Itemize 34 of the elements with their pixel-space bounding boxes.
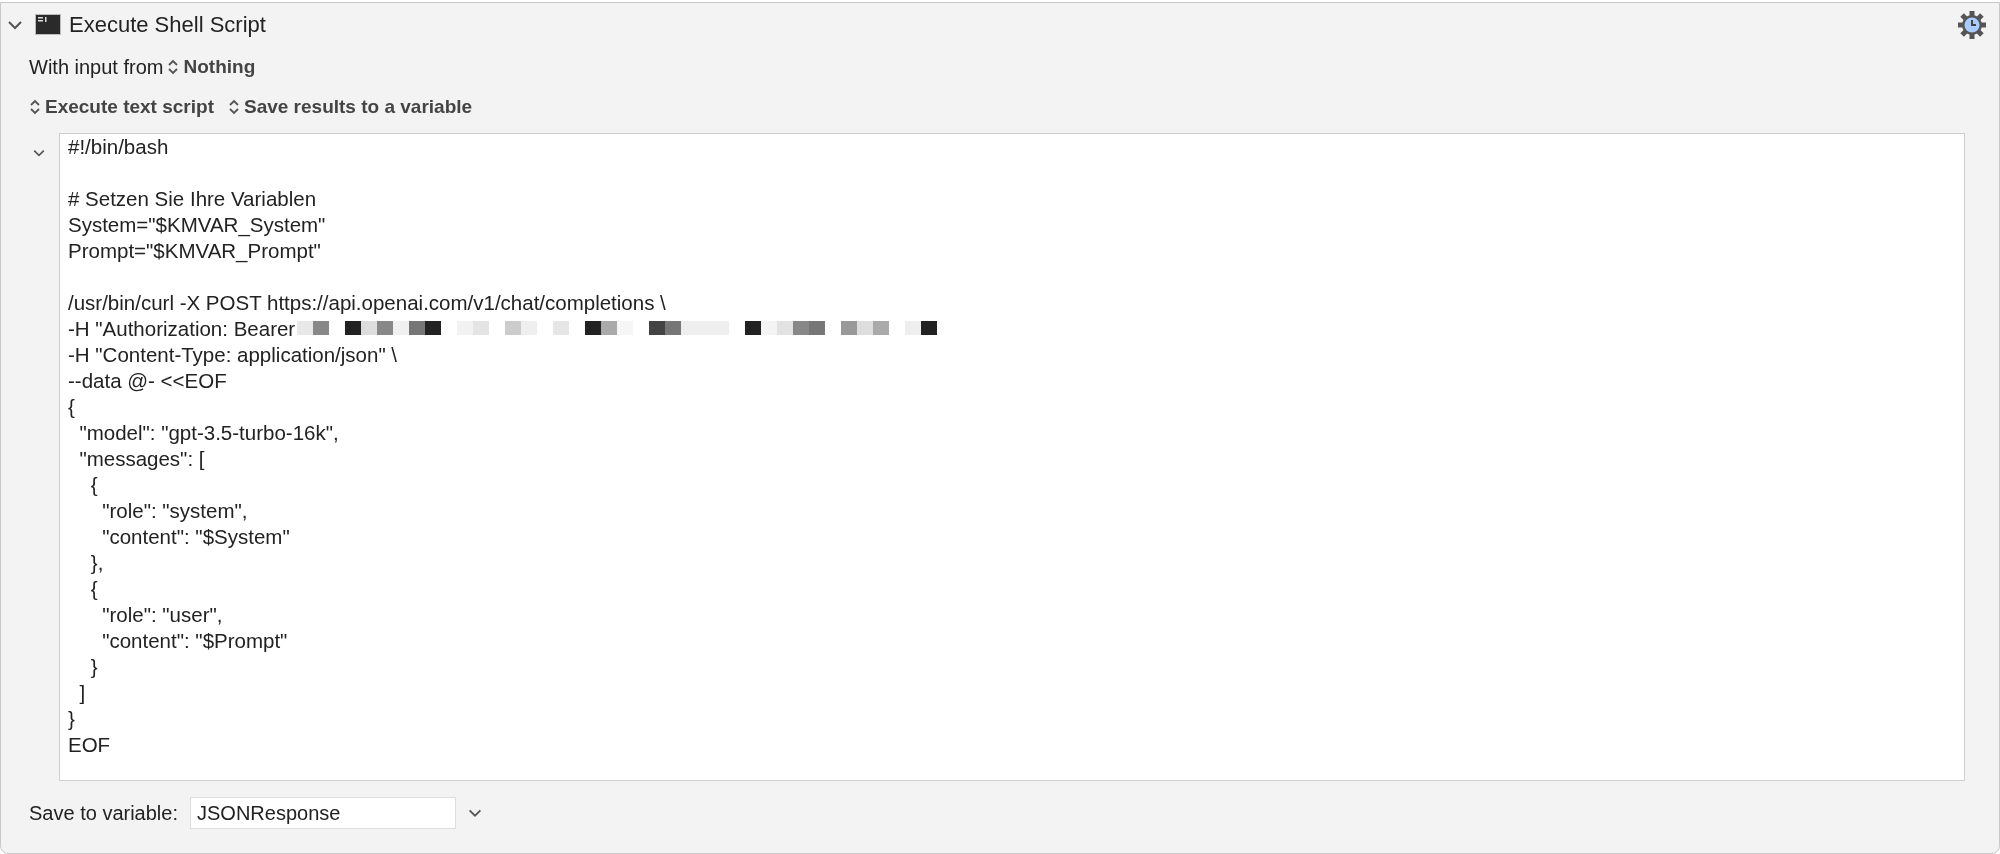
stepper-icon	[227, 98, 240, 116]
variable-field[interactable]: JSONResponse	[190, 797, 456, 829]
code-line: {	[89, 576, 98, 602]
code-line: --data @- <<EOF	[68, 368, 227, 394]
code-line: "messages": [	[78, 446, 205, 472]
terminal-icon	[35, 14, 61, 36]
stepper-icon	[167, 58, 180, 76]
code-line: System="$KMVAR_System"	[68, 212, 326, 238]
action-title: Execute Shell Script	[69, 12, 266, 38]
code-line: "role": "user",	[101, 602, 223, 628]
code-line: EOF	[68, 732, 111, 758]
code-line: },	[89, 550, 104, 576]
code-line: "model": "gpt-3.5-turbo-16k",	[78, 420, 339, 446]
save-label: Save to variable:	[29, 801, 178, 825]
code-line: -H "Content-Type: application/json" \	[68, 342, 398, 368]
code-line: {	[89, 472, 98, 498]
gear-clock-icon[interactable]	[1957, 10, 1987, 40]
code-line: }	[68, 706, 75, 732]
code-line: "content": "$System"	[101, 524, 290, 550]
code-line: /usr/bin/curl -X POST https://api.openai.com/v1/chat/completions \	[68, 290, 666, 316]
option-popup[interactable]: Save results to a variable	[227, 96, 473, 118]
input-source-popup[interactable]: Nothing	[167, 56, 256, 78]
option-popup[interactable]: Execute text script	[29, 96, 214, 118]
code-line: }	[89, 654, 98, 680]
code-line: #!/bin/bash	[68, 134, 169, 160]
input-label: With input from	[29, 55, 164, 79]
code-line: ]	[78, 680, 86, 706]
code-line: "content": "$Prompt"	[101, 628, 288, 654]
code-line: "role": "system",	[101, 498, 248, 524]
code-line: {	[68, 394, 75, 420]
code-line: Prompt="$KMVAR_Prompt"	[68, 238, 321, 264]
code-line: -H "Authorization: Bearer	[68, 316, 296, 342]
stepper-icon	[29, 98, 41, 116]
code-line: # Setzen Sie Ihre Variablen	[68, 186, 317, 212]
